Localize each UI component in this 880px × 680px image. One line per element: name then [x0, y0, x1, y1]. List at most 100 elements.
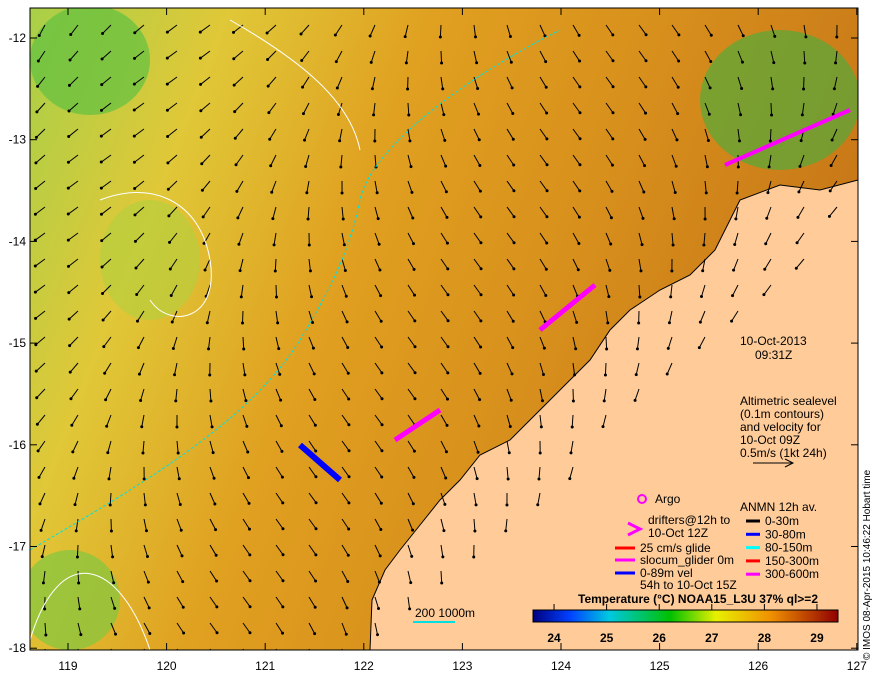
colorbar-tick-label: 27: [705, 631, 719, 645]
velocity-arrowhead: [132, 134, 136, 138]
velocity-arrowhead: [313, 397, 317, 401]
velocity-arrowhead: [406, 87, 410, 91]
velocity-arrowhead: [379, 294, 383, 298]
velocity-arrowhead: [797, 190, 801, 194]
velocity-arrowhead: [765, 216, 769, 220]
velocity-arrowhead: [707, 112, 711, 116]
velocity-arrowhead: [446, 319, 450, 323]
velocity-arrowhead: [578, 137, 582, 141]
velocity-arrowhead: [314, 527, 318, 531]
velocity-arrowhead: [314, 475, 318, 479]
velocity-arrowhead: [512, 189, 516, 193]
lon-label: 127: [847, 659, 867, 673]
colorbar-tick-label: 28: [758, 631, 772, 645]
velocity-arrowhead: [377, 606, 381, 610]
velocity-arrowhead: [276, 321, 280, 325]
lon-label: 119: [58, 659, 77, 673]
velocity-arrowhead: [380, 345, 384, 349]
velocity-arrowhead: [111, 555, 115, 559]
velocity-arrowhead: [536, 503, 540, 507]
velocity-arrowhead: [380, 449, 384, 453]
velocity-arrowhead: [732, 268, 736, 272]
velocity-arrowhead: [271, 217, 275, 221]
velocity-arrowhead: [643, 164, 647, 168]
velocity-arrowhead: [800, 113, 804, 117]
velocity-arrowhead: [243, 373, 247, 377]
velocity-arrowhead: [674, 164, 678, 168]
velocity-arrowhead: [539, 425, 543, 429]
velocity-arrowhead: [638, 295, 642, 299]
velocity-arrowhead: [474, 503, 478, 507]
velocity-arrowhead: [671, 243, 675, 247]
velocity-arrowhead: [139, 399, 143, 403]
velocity-arrowhead: [510, 372, 514, 376]
velocity-arrowhead: [473, 529, 477, 533]
velocity-arrowhead: [79, 633, 83, 637]
velocity-arrowhead: [135, 293, 139, 297]
velocity-arrowhead: [213, 502, 217, 506]
velocity-arrowhead: [281, 631, 285, 635]
velocity-arrowhead: [241, 321, 245, 325]
velocity-arrowhead: [677, 33, 681, 37]
velocity-arrowhead: [267, 111, 271, 115]
velocity-arrowhead: [232, 30, 236, 34]
lat-label: -17: [9, 540, 27, 554]
velocity-arrow: [440, 50, 443, 64]
velocity-arrowhead: [36, 59, 40, 63]
lon-label: 123: [452, 659, 472, 673]
velocity-arrowhead: [634, 373, 638, 377]
velocity-arrowhead: [248, 605, 252, 609]
velocity-arrowhead: [343, 269, 347, 273]
velocity-arrowhead: [505, 503, 509, 507]
velocity-arrowhead: [280, 449, 284, 453]
velocity-arrowhead: [731, 294, 735, 298]
velocity-arrowhead: [733, 243, 737, 247]
velocity-arrowhead: [308, 269, 312, 273]
legend-vel-2: 54h to 10-Oct 15Z: [640, 578, 737, 592]
velocity-arrowhead: [476, 112, 480, 116]
velocity-arrowhead: [605, 347, 609, 351]
velocity-arrowhead: [476, 450, 480, 454]
velocity-arrowhead: [198, 30, 202, 34]
velocity-arrow: [143, 648, 146, 650]
velocity-arrowhead: [642, 190, 646, 194]
velocity-arrowhead: [633, 398, 637, 402]
velocity-arrowhead: [403, 35, 407, 39]
velocity-arrowhead: [708, 86, 712, 90]
velocity-arrowhead: [171, 346, 175, 350]
velocity-arrowhead: [113, 606, 117, 610]
velocity-arrowhead: [828, 189, 832, 193]
velocity-arrowhead: [37, 34, 41, 38]
velocity-arrowhead: [147, 606, 151, 610]
velocity-arrowhead: [33, 264, 37, 268]
velocity-arrowhead: [300, 59, 304, 63]
velocity-arrowhead: [772, 61, 776, 65]
date-label: 10-Oct-2013: [740, 334, 807, 348]
lat-label: -13: [9, 133, 27, 147]
lon-label: 121: [255, 659, 275, 673]
velocity-arrowhead: [739, 113, 743, 117]
velocity-arrowhead: [233, 110, 237, 114]
velocity-arrowhead: [346, 371, 350, 375]
velocity-arrowhead: [35, 422, 39, 426]
velocity-arrowhead: [66, 238, 70, 242]
velocity-arrowhead: [635, 347, 639, 351]
anmn-label: 300-600m: [765, 567, 819, 581]
velocity-arrowhead: [69, 33, 73, 37]
velocity-arrowhead: [132, 160, 136, 164]
velocity-arrowhead: [214, 528, 218, 532]
velocity-arrowhead: [248, 579, 252, 583]
velocity-arrowhead: [182, 631, 186, 635]
velocity-arrowhead: [216, 657, 219, 660]
velocity-arrow: [110, 648, 113, 650]
velocity-arrowhead: [508, 35, 512, 39]
velocity-arrowhead: [278, 372, 282, 376]
velocity-arrowhead: [100, 83, 104, 87]
velocity-arrowhead: [34, 135, 38, 139]
velocity-arrowhead: [73, 503, 77, 507]
velocity-arrowhead: [173, 373, 177, 377]
velocity-arrowhead: [443, 138, 447, 142]
altimetry-line: Altimetric sealevel: [740, 394, 837, 408]
velocity-arrowhead: [665, 372, 669, 376]
velocity-arrowhead: [70, 423, 74, 427]
